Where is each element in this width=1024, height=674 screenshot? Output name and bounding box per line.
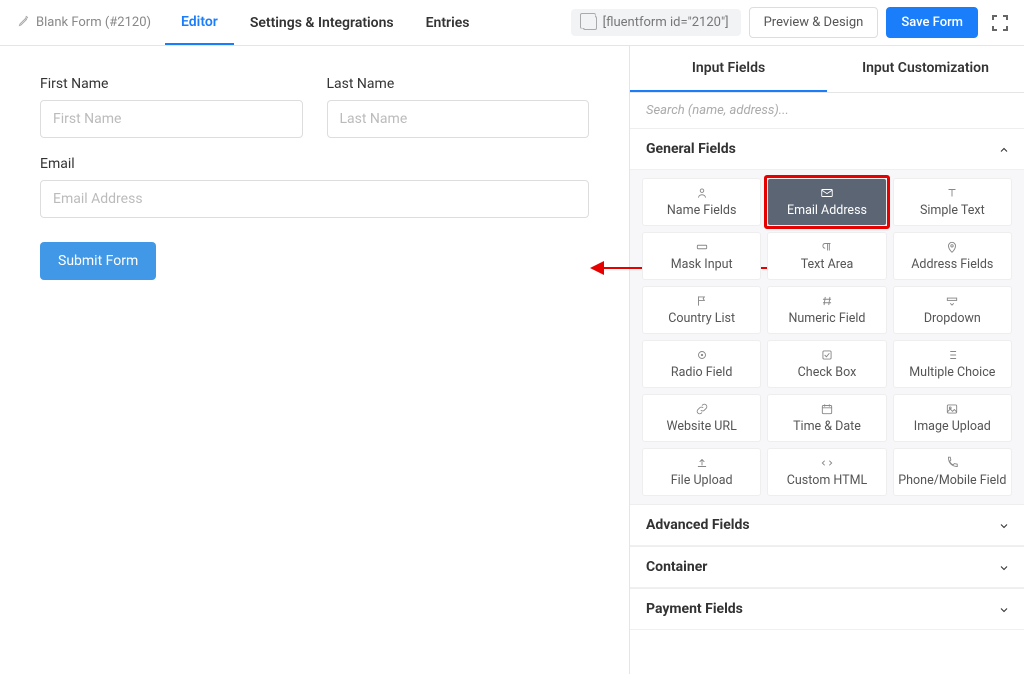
panel-tab-input-fields[interactable]: Input Fields xyxy=(630,46,827,92)
field-label: Name Fields xyxy=(667,203,737,218)
section-payment-fields[interactable]: Payment Fields xyxy=(630,588,1024,630)
field-custom-html[interactable]: Custom HTML xyxy=(767,448,886,496)
shortcode-text: [fluentform id="2120"] xyxy=(603,15,729,30)
field-label: Country List xyxy=(668,311,735,326)
section-container[interactable]: Container xyxy=(630,546,1024,588)
section-label: General Fields xyxy=(646,141,736,157)
upload-icon xyxy=(695,456,709,470)
field-address[interactable]: Address Fields xyxy=(893,232,1012,280)
field-label: Numeric Field xyxy=(789,311,866,326)
field-multiple-choice[interactable]: Multiple Choice xyxy=(893,340,1012,388)
chevron-up-icon xyxy=(998,144,1008,154)
section-label: Payment Fields xyxy=(646,601,743,617)
field-country-list[interactable]: Country List xyxy=(642,286,761,334)
field-label: Phone/Mobile Field xyxy=(898,473,1006,488)
field-search-input[interactable] xyxy=(630,93,1024,128)
fields-panel: Input Fields Input Customization General… xyxy=(629,46,1024,674)
panel-tab-customization[interactable]: Input Customization xyxy=(827,46,1024,92)
section-general-fields[interactable]: General Fields xyxy=(630,129,1024,170)
form-canvas: First Name Last Name Email Submit Form xyxy=(0,46,629,674)
code-icon xyxy=(820,456,834,470)
tab-editor[interactable]: Editor xyxy=(165,0,234,45)
field-label: Check Box xyxy=(798,365,857,380)
highlight-ring xyxy=(764,175,889,229)
form-name-text: Blank Form (#2120) xyxy=(36,15,151,30)
email-label: Email xyxy=(40,156,589,172)
field-image-upload[interactable]: Image Upload xyxy=(893,394,1012,442)
person-icon xyxy=(695,186,709,200)
field-date[interactable]: Time & Date xyxy=(767,394,886,442)
email-input[interactable] xyxy=(40,180,589,218)
mask-icon xyxy=(695,240,709,254)
section-label: Advanced Fields xyxy=(646,517,750,533)
field-label: Website URL xyxy=(666,419,736,434)
paragraph-icon xyxy=(820,240,834,254)
envelope-icon xyxy=(820,186,834,200)
radio-icon xyxy=(695,348,709,362)
field-phone[interactable]: Phone/Mobile Field xyxy=(893,448,1012,496)
field-text-area[interactable]: Text Area xyxy=(767,232,886,280)
calendar-icon xyxy=(820,402,834,416)
preview-button[interactable]: Preview & Design xyxy=(749,7,879,38)
copy-icon xyxy=(583,16,597,30)
phone-icon xyxy=(945,456,959,470)
section-advanced-fields[interactable]: Advanced Fields xyxy=(630,504,1024,546)
save-button[interactable]: Save Form xyxy=(886,7,978,38)
field-label: Multiple Choice xyxy=(909,365,995,380)
field-label: Mask Input xyxy=(671,257,733,272)
field-label: Text Area xyxy=(801,257,854,272)
field-radio[interactable]: Radio Field xyxy=(642,340,761,388)
field-name[interactable]: Name Fields xyxy=(642,178,761,226)
section-label: Container xyxy=(646,559,707,575)
last-name-label: Last Name xyxy=(327,76,590,92)
field-checkbox[interactable]: Check Box xyxy=(767,340,886,388)
chevron-down-icon xyxy=(998,520,1008,530)
field-label: Image Upload xyxy=(914,419,991,434)
chevron-down-icon xyxy=(998,604,1008,614)
chevron-down-icon xyxy=(998,562,1008,572)
first-name-input[interactable] xyxy=(40,100,303,138)
image-icon xyxy=(945,402,959,416)
field-label: Custom HTML xyxy=(787,473,867,488)
field-file-upload[interactable]: File Upload xyxy=(642,448,761,496)
field-email[interactable]: Email Address xyxy=(767,178,886,226)
hash-icon xyxy=(820,294,834,308)
tab-settings[interactable]: Settings & Integrations xyxy=(234,0,410,45)
form-name[interactable]: Blank Form (#2120) xyxy=(4,0,165,45)
field-label: Address Fields xyxy=(911,257,993,272)
field-simple-text[interactable]: Simple Text xyxy=(893,178,1012,226)
fullscreen-icon[interactable] xyxy=(992,15,1008,31)
link-icon xyxy=(695,402,709,416)
field-dropdown[interactable]: Dropdown xyxy=(893,286,1012,334)
shortcode-copy[interactable]: [fluentform id="2120"] xyxy=(571,9,741,36)
field-label: Email Address xyxy=(787,203,867,218)
last-name-input[interactable] xyxy=(327,100,590,138)
field-numeric[interactable]: Numeric Field xyxy=(767,286,886,334)
pencil-icon xyxy=(18,15,30,31)
field-label: Radio Field xyxy=(671,365,733,380)
first-name-label: First Name xyxy=(40,76,303,92)
tab-entries[interactable]: Entries xyxy=(410,0,486,45)
submit-button[interactable]: Submit Form xyxy=(40,242,156,280)
field-label: Simple Text xyxy=(920,203,985,218)
field-label: File Upload xyxy=(671,473,733,488)
flag-icon xyxy=(695,294,709,308)
dropdown-icon xyxy=(945,294,959,308)
field-url[interactable]: Website URL xyxy=(642,394,761,442)
list-icon xyxy=(945,348,959,362)
checkbox-icon xyxy=(820,348,834,362)
text-icon xyxy=(945,186,959,200)
pin-icon xyxy=(945,240,959,254)
field-label: Time & Date xyxy=(793,419,861,434)
field-mask-input[interactable]: Mask Input xyxy=(642,232,761,280)
field-label: Dropdown xyxy=(924,311,981,326)
